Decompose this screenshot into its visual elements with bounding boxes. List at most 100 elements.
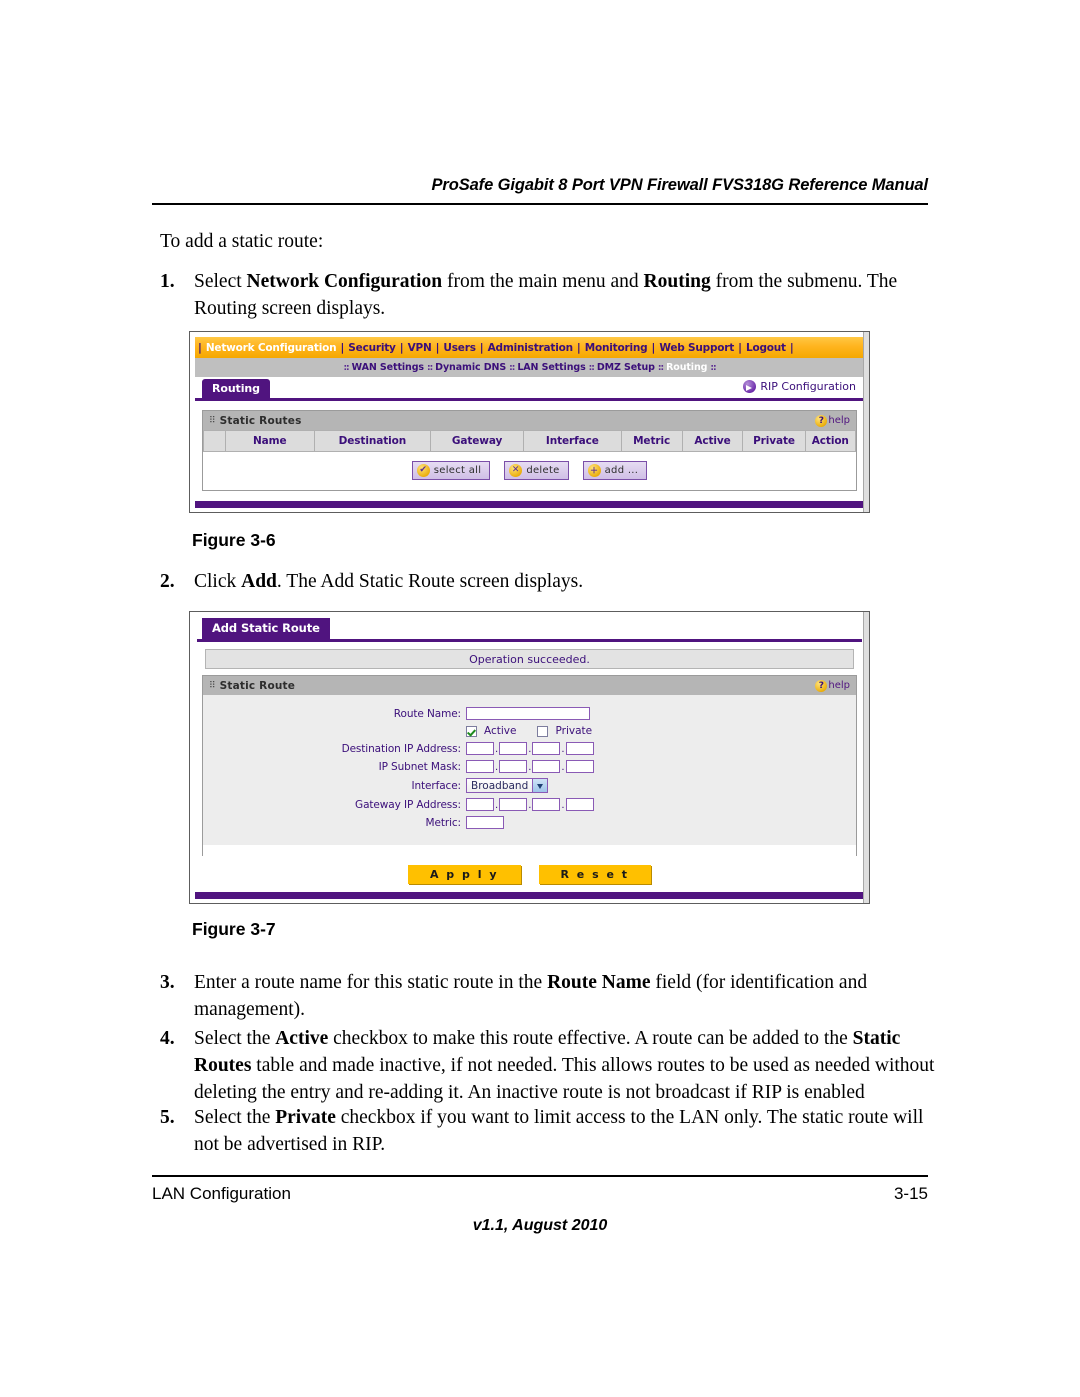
interface-row: Interface: Broadband (203, 778, 856, 793)
interface-label: Interface: (411, 779, 461, 792)
gateway-octet-3[interactable] (532, 798, 561, 811)
destination-octet-1[interactable] (466, 742, 494, 755)
route-name-input[interactable] (466, 707, 590, 720)
select-all-button[interactable]: ✔ select all (411, 461, 491, 480)
step-1-number: 1. (160, 271, 175, 292)
plus-circle-icon: ＋ (587, 464, 601, 477)
nav-item-users[interactable]: Users (439, 342, 479, 354)
interface-select[interactable]: Broadband (466, 778, 549, 793)
nav-item-network-configuration[interactable]: Network Configuration (202, 342, 341, 354)
column-header-destination: Destination (313, 430, 431, 452)
step-3-text: Enter a route name for this static route… (194, 972, 868, 1020)
check-circle-icon: ✔ (416, 464, 430, 477)
submenu-item-lan-settings[interactable]: LAN Settings (514, 362, 588, 373)
column-header-name: Name (224, 430, 315, 452)
subnet-octet-4[interactable] (565, 760, 594, 773)
step-4-text: Select the Active checkbox to make this … (194, 1028, 935, 1103)
gateway-ip-row: Gateway IP Address: . . . (203, 798, 856, 811)
subnet-mask-row: IP Subnet Mask: . . . (203, 760, 856, 773)
destination-octet-4[interactable] (565, 742, 594, 755)
nav-item-monitoring[interactable]: Monitoring (581, 342, 652, 354)
vertical-scrollbar[interactable] (863, 332, 869, 512)
delete-button[interactable]: ✕ delete (504, 461, 569, 480)
tab-underline (195, 398, 864, 401)
active-checkbox[interactable] (466, 725, 477, 737)
interface-selected-value: Broadband (471, 779, 529, 792)
chevron-down-icon (532, 779, 548, 792)
help-link[interactable]: ? help (815, 414, 850, 427)
active-label: Active (484, 725, 517, 737)
gateway-octet-4[interactable] (565, 798, 594, 811)
step-4-number: 4. (160, 1028, 175, 1049)
reset-button[interactable]: R e s e t (538, 865, 652, 884)
column-header-private: Private (742, 430, 806, 452)
rip-configuration-label: RIP Configuration (760, 380, 856, 393)
routing-screen: | Network Configuration | Security | VPN… (190, 332, 869, 512)
destination-octet-3[interactable] (532, 742, 561, 755)
nav-item-security[interactable]: Security (344, 342, 399, 354)
submenu-item-dmz-setup[interactable]: DMZ Setup (594, 362, 658, 373)
submenu-item-dynamic-dns[interactable]: Dynamic DNS (432, 362, 509, 373)
static-routes-panel: ⠿ Static Routes ? help Name Destination … (202, 410, 857, 491)
arrow-right-icon (743, 380, 757, 393)
figure-3-7-screenshot: Add Static Route Operation succeeded. ⠿ … (189, 611, 870, 904)
select-all-label: select all (433, 465, 482, 476)
rip-configuration-link[interactable]: RIP Configuration (743, 380, 856, 393)
nav-item-web-support[interactable]: Web Support (655, 342, 738, 354)
add-button[interactable]: ＋ add ... (582, 461, 648, 480)
private-checkbox[interactable] (537, 725, 549, 737)
subnet-octet-3[interactable] (532, 760, 561, 773)
step-2-number: 2. (160, 571, 175, 592)
submenu-separator: :: (710, 362, 716, 373)
nav-separator: | (789, 341, 794, 354)
submenu-item-routing[interactable]: Routing (663, 362, 710, 373)
apply-button[interactable]: A p p l y (407, 865, 521, 884)
help-link[interactable]: ? help (815, 679, 850, 692)
submenu-item-wan-settings[interactable]: WAN Settings (349, 362, 427, 373)
figure-3-7-caption: Figure 3-7 (192, 919, 276, 939)
form-action-bar: A p p l y R e s e t (202, 856, 857, 892)
step-3: 3. Enter a route name for this static ro… (160, 969, 935, 1023)
gateway-octet-1[interactable] (466, 798, 494, 811)
nav-item-logout[interactable]: Logout (742, 342, 790, 354)
metric-row: Metric: (203, 816, 856, 829)
subnet-octet-1[interactable] (466, 760, 494, 773)
subnet-mask-label: IP Subnet Mask: (378, 760, 462, 773)
footer-page-number: 3-15 (893, 1184, 928, 1203)
help-label: help (828, 680, 850, 691)
tab-routing[interactable]: Routing (202, 379, 270, 399)
step-1-text: Select Network Configuration from the ma… (194, 271, 898, 319)
tab-add-static-route[interactable]: Add Static Route (202, 618, 330, 639)
static-route-title: Static Route (219, 679, 296, 692)
step-5: 5. Select the Private checkbox if you wa… (160, 1104, 938, 1158)
step-3-number: 3. (160, 972, 175, 993)
tab-row: Routing RIP Configuration (195, 377, 864, 401)
figure-3-6-caption: Figure 3-6 (192, 530, 276, 550)
nav-item-vpn[interactable]: VPN (404, 342, 436, 354)
add-static-route-screen: Add Static Route Operation succeeded. ⠿ … (190, 612, 869, 903)
step-5-number: 5. (160, 1107, 175, 1128)
vertical-scrollbar[interactable] (863, 612, 869, 903)
metric-input[interactable] (466, 816, 504, 829)
static-route-panel-header: ⠿ Static Route ? help (203, 676, 856, 695)
static-route-panel: ⠿ Static Route ? help Route Name: Active… (202, 675, 857, 861)
gateway-octet-2[interactable] (499, 798, 528, 811)
submenu-bar[interactable]: :: WAN Settings :: Dynamic DNS :: LAN Se… (195, 358, 864, 377)
route-name-label: Route Name: (393, 707, 461, 720)
delete-label: delete (526, 465, 560, 476)
step-2-text: Click Add. The Add Static Route screen d… (194, 571, 584, 592)
nav-item-administration[interactable]: Administration (484, 342, 577, 354)
subnet-octet-2[interactable] (499, 760, 528, 773)
figure-3-6-screenshot: | Network Configuration | Security | VPN… (189, 331, 870, 513)
static-route-form: Route Name: Active Private Destination I… (203, 695, 856, 845)
document-page: ProSafe Gigabit 8 Port VPN Firewall FVS3… (0, 0, 1080, 1397)
table-header-row: Name Destination Gateway Interface Metri… (203, 430, 857, 452)
footer-rule (152, 1175, 928, 1177)
gateway-ip-label: Gateway IP Address: (355, 798, 461, 811)
main-menu-bar[interactable]: | Network Configuration | Security | VPN… (195, 337, 864, 358)
help-label: help (828, 415, 850, 426)
destination-octet-2[interactable] (499, 742, 528, 755)
grip-icon: ⠿ (209, 680, 215, 691)
header-rule (152, 203, 928, 205)
destination-ip-row: Destination IP Address: . . . (203, 742, 856, 755)
